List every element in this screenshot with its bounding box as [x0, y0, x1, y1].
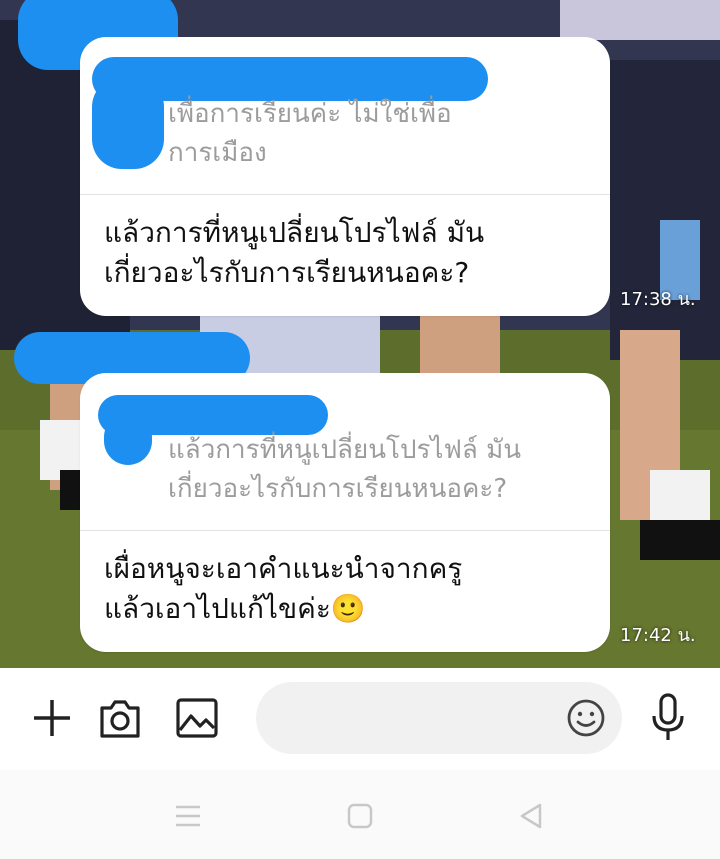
camera-icon[interactable] — [96, 696, 144, 740]
message-timestamp: 17:42 น. — [620, 625, 696, 646]
home-square-icon[interactable] — [347, 803, 373, 829]
quote-text: แล้วการที่หนูเปลี่ยนโปรไฟล์ มัน เกี่ยวอะ… — [168, 431, 590, 509]
quote-line: เกี่ยวอะไรกับการเรียนหนอคะ? — [168, 474, 508, 504]
redaction-mark — [92, 77, 164, 169]
quote-text: เพื่อการเรียนค่ะ ไม่ใช่เพื่อ การเมือง — [168, 95, 590, 173]
message-line: แล้วเอาไปแก้ไขค่ะ🙂 — [104, 592, 366, 625]
message-bubble[interactable]: เพื่อการเรียนค่ะ ไม่ใช่เพื่อ การเมือง แล… — [80, 37, 610, 316]
system-nav-bar — [0, 770, 720, 859]
message-line: เกี่ยวอะไรกับการเรียนหนอคะ? — [104, 256, 470, 289]
microphone-icon[interactable] — [648, 692, 688, 744]
chat-area: เพื่อการเรียนค่ะ ไม่ใช่เพื่อ การเมือง แล… — [0, 0, 720, 668]
quoted-message[interactable]: เพื่อการเรียนค่ะ ไม่ใช่เพื่อ การเมือง — [80, 37, 610, 195]
quote-line: การเมือง — [168, 138, 267, 168]
menu-icon[interactable] — [174, 804, 202, 828]
quote-line: เพื่อการเรียนค่ะ ไม่ใช่เพื่อ — [168, 99, 452, 129]
message-text: แล้วการที่หนูเปลี่ยนโปรไฟล์ มัน เกี่ยวอะ… — [104, 213, 592, 293]
message-line: เผื่อหนูจะเอาคำแนะนำจากครู — [104, 552, 463, 585]
emoji-icon[interactable] — [566, 698, 606, 738]
quote-line: แล้วการที่หนูเปลี่ยนโปรไฟล์ มัน — [168, 435, 522, 465]
message-text: เผื่อหนูจะเอาคำแนะนำจากครู แล้วเอาไปแก้ไ… — [104, 549, 592, 629]
message-line: แล้วการที่หนูเปลี่ยนโปรไฟล์ มัน — [104, 216, 485, 249]
redaction-mark — [104, 413, 152, 465]
message-input-bar — [0, 668, 720, 770]
message-input[interactable] — [278, 700, 552, 738]
message-bubble[interactable]: แล้วการที่หนูเปลี่ยนโปรไฟล์ มัน เกี่ยวอะ… — [80, 373, 610, 652]
image-icon[interactable] — [174, 696, 220, 740]
message-input-field[interactable] — [256, 682, 622, 754]
back-triangle-icon[interactable] — [518, 802, 544, 830]
message-timestamp: 17:38 น. — [620, 289, 696, 310]
quoted-message[interactable]: แล้วการที่หนูเปลี่ยนโปรไฟล์ มัน เกี่ยวอะ… — [80, 373, 610, 531]
plus-icon[interactable] — [30, 696, 74, 740]
